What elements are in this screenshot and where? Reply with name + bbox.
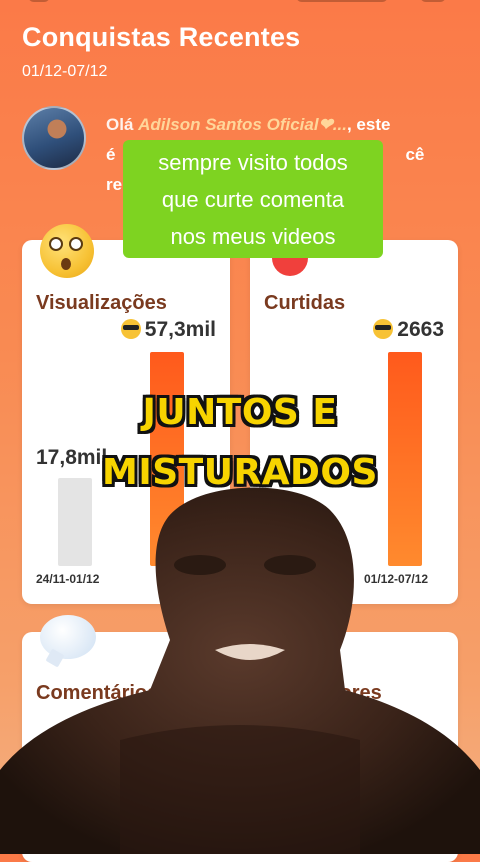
caption-line: nos meus videos	[170, 224, 336, 249]
avatar[interactable]	[22, 106, 86, 170]
caption-line: sempre visito todos	[158, 150, 348, 175]
views-label: Visualizações	[36, 292, 167, 314]
page-title: Conquistas Recentes	[22, 22, 301, 52]
period-range: 01/12-07/12	[22, 63, 108, 80]
cool-sunglasses-icon	[373, 319, 394, 339]
person-video-overlay	[0, 487, 480, 854]
caption-line: que curte comenta	[161, 187, 345, 212]
top-status-fragment	[0, 0, 480, 4]
cool-sunglasses-icon	[120, 319, 141, 339]
dizzy-face-icon	[40, 224, 94, 278]
overlay-text-line2: MISTURADOS	[102, 452, 378, 493]
overlay-text-line1: JUNTOS E	[142, 392, 338, 433]
views-current-value: 57,3mil	[120, 318, 216, 342]
caption-bubble: sempre visito todos que curte comenta no…	[123, 140, 383, 258]
creator-name: Adilson Santos Oficial❤...	[138, 115, 347, 134]
likes-current-value: 2663	[373, 318, 444, 342]
likes-label: Curtidas	[264, 292, 346, 314]
